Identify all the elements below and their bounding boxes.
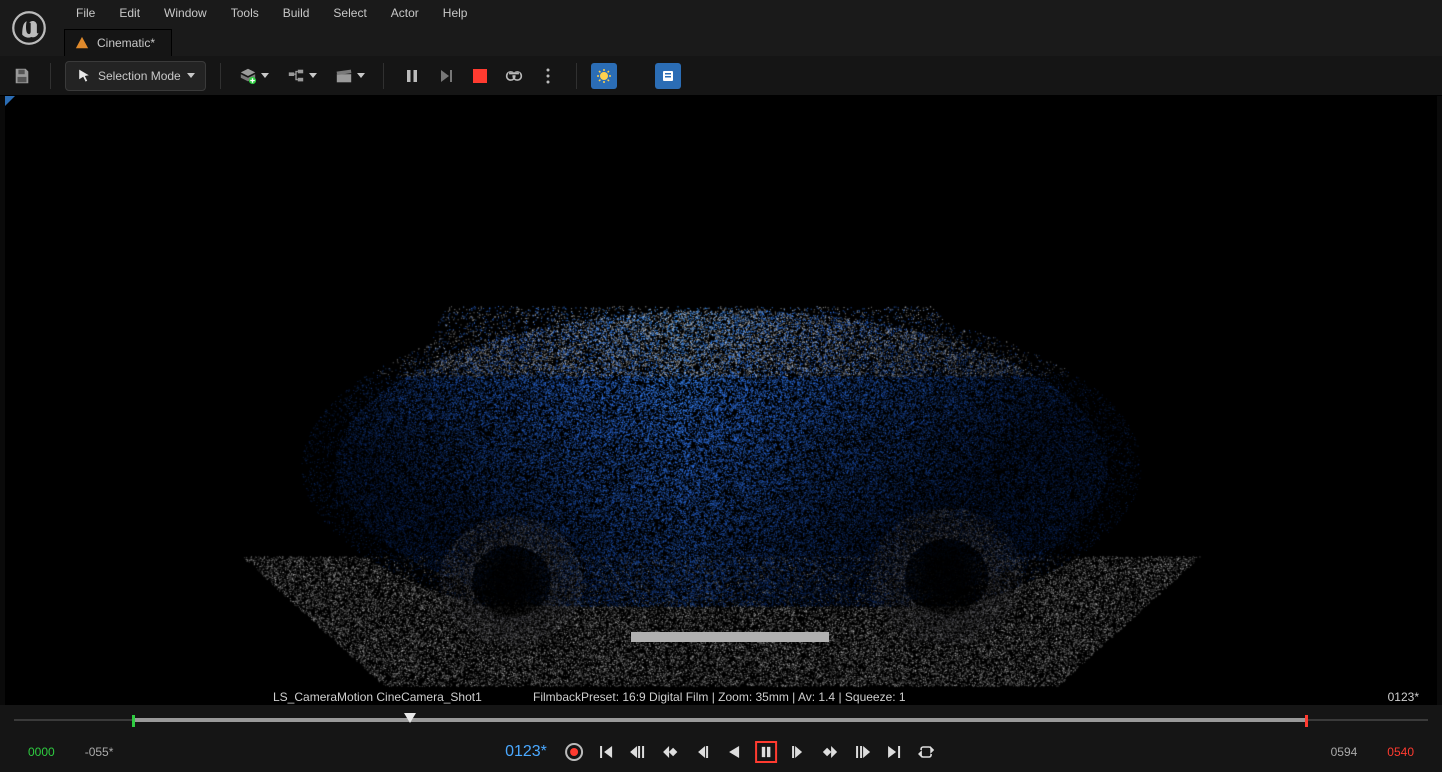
eject-button[interactable] <box>500 62 528 90</box>
end-frame-b-field[interactable]: 0540 <box>1387 745 1414 759</box>
frame-advance-button[interactable] <box>432 62 460 90</box>
menu-help[interactable]: Help <box>431 2 480 24</box>
chevron-down-icon <box>357 73 365 78</box>
render-progress-bar <box>631 632 829 642</box>
chevron-down-icon <box>309 73 317 78</box>
cursor-icon <box>76 68 92 84</box>
jump-next-cut-button[interactable] <box>851 741 873 763</box>
blueprints-dropdown[interactable] <box>283 62 321 90</box>
frame-overlay-label: 0123* <box>1388 690 1419 704</box>
pie-options-button[interactable] <box>534 62 562 90</box>
chevron-down-icon <box>187 73 195 78</box>
main-toolbar: Selection Mode <box>0 56 1442 96</box>
next-key-button[interactable] <box>819 741 841 763</box>
menubar: File Edit Window Tools Build Select Acto… <box>58 0 1442 25</box>
add-content-dropdown[interactable] <box>235 62 273 90</box>
chevron-down-icon <box>261 73 269 78</box>
tab-label: Cinematic* <box>97 36 155 50</box>
menu-edit[interactable]: Edit <box>107 2 152 24</box>
menu-window[interactable]: Window <box>152 2 219 24</box>
tab-cinematic[interactable]: Cinematic* <box>64 29 172 56</box>
scrub-active-range <box>132 718 1308 722</box>
save-button[interactable] <box>8 62 36 90</box>
play-reverse-button[interactable] <box>723 741 745 763</box>
stop-pie-button[interactable] <box>466 62 494 90</box>
document-tabs: Cinematic* <box>58 25 1442 56</box>
viewport-render <box>5 96 1437 705</box>
current-frame-field[interactable]: 0123* <box>505 743 547 761</box>
app-logo <box>0 0 58 56</box>
viewport[interactable]: LS_CameraMotion CineCamera_Shot1 Filmbac… <box>5 96 1437 705</box>
cinematics-dropdown[interactable] <box>331 62 369 90</box>
jump-prev-cut-button[interactable] <box>627 741 649 763</box>
selection-mode-dropdown[interactable]: Selection Mode <box>65 61 206 91</box>
filmback-label: FilmbackPreset: 16:9 Digital Film | Zoom… <box>533 690 906 704</box>
pause-pie-button[interactable] <box>398 62 426 90</box>
menu-build[interactable]: Build <box>271 2 322 24</box>
prev-key-button[interactable] <box>659 741 681 763</box>
menu-tools[interactable]: Tools <box>219 2 271 24</box>
offset-frame-field[interactable]: -055* <box>85 745 114 759</box>
menu-file[interactable]: File <box>64 2 107 24</box>
step-back-button[interactable] <box>691 741 713 763</box>
go-to-end-button[interactable] <box>883 741 905 763</box>
blueprint-button[interactable] <box>655 63 681 89</box>
sky-atmosphere-button[interactable] <box>591 63 617 89</box>
camera-name-label: LS_CameraMotion CineCamera_Shot1 <box>273 690 482 704</box>
loop-button[interactable] <box>915 741 937 763</box>
record-button[interactable] <box>563 741 585 763</box>
in-frame-field[interactable]: 0000 <box>28 745 55 759</box>
pause-button[interactable] <box>755 741 777 763</box>
step-forward-button[interactable] <box>787 741 809 763</box>
go-to-start-button[interactable] <box>595 741 617 763</box>
scrub-in-marker[interactable] <box>132 715 135 727</box>
mode-label: Selection Mode <box>98 69 181 83</box>
scrub-out-marker[interactable] <box>1305 715 1308 727</box>
menu-actor[interactable]: Actor <box>379 2 431 24</box>
end-frame-a-field[interactable]: 0594 <box>1331 745 1358 759</box>
scrub-playhead[interactable] <box>404 713 416 723</box>
scrub-bar[interactable] <box>14 715 1428 727</box>
menu-select[interactable]: Select <box>321 2 378 24</box>
level-icon <box>75 36 89 50</box>
titlebar: File Edit Window Tools Build Select Acto… <box>0 0 1442 56</box>
sequencer-transport: 0000 -055* 0123* 0594 0540 <box>0 705 1442 772</box>
